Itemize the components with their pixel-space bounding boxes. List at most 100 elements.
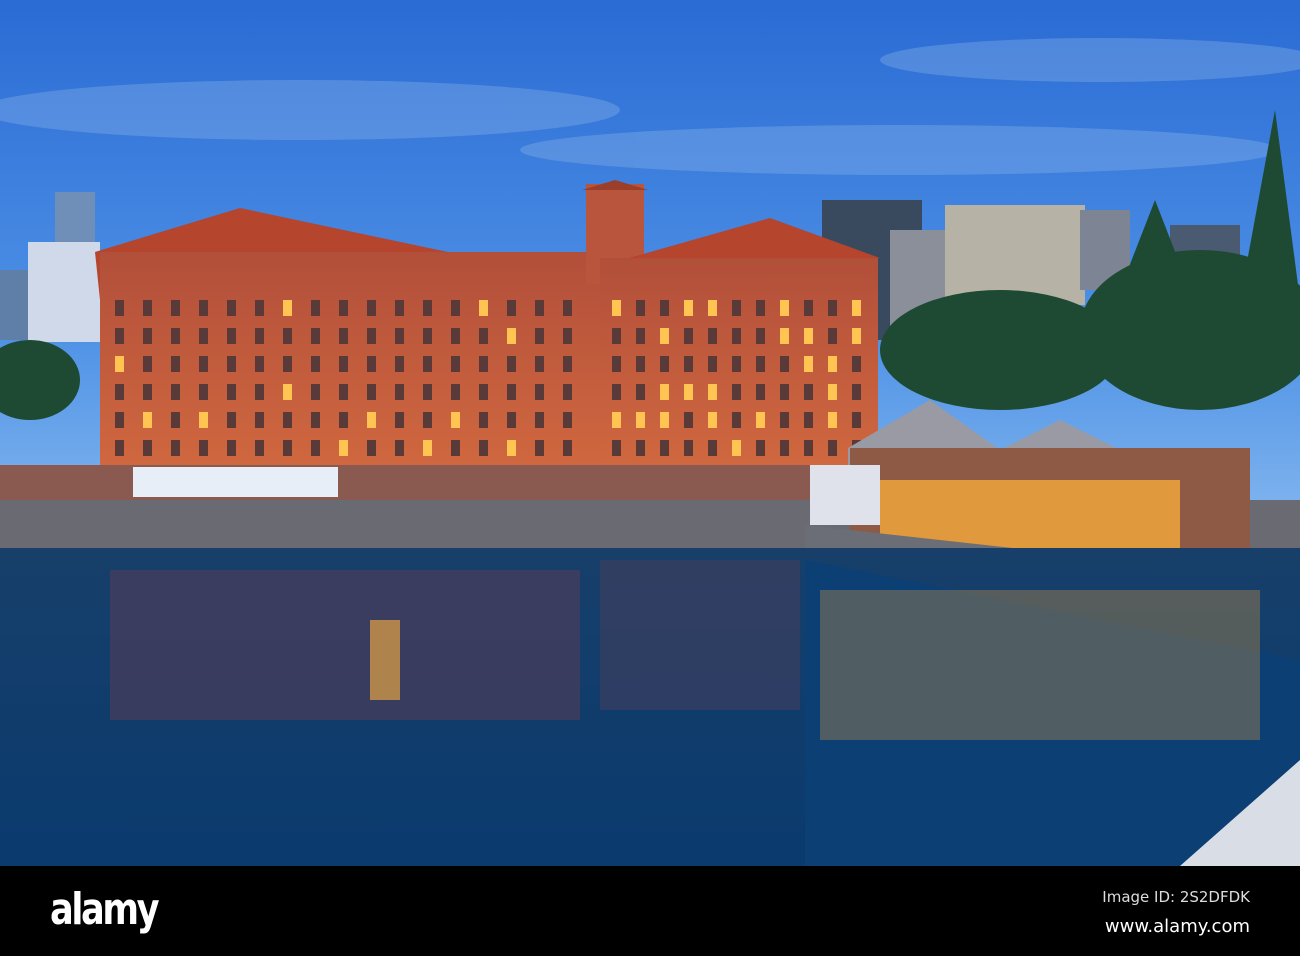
window: [804, 328, 813, 344]
window: [828, 412, 837, 428]
shelter: [133, 467, 338, 497]
window: [780, 356, 789, 372]
window: [804, 412, 813, 428]
window: [804, 440, 813, 456]
window: [395, 356, 404, 372]
window: [636, 440, 645, 456]
window: [612, 412, 621, 428]
window: [479, 300, 488, 316]
window: [479, 328, 488, 344]
window: [828, 356, 837, 372]
window: [339, 412, 348, 428]
window: [507, 300, 516, 316]
window: [479, 384, 488, 400]
window: [828, 384, 837, 400]
window: [227, 356, 236, 372]
window: [684, 384, 693, 400]
window: [507, 412, 516, 428]
window: [255, 440, 264, 456]
window: [367, 356, 376, 372]
window: [423, 300, 432, 316]
window: [732, 440, 741, 456]
image-id: Image ID: 2S2DFDK: [1102, 888, 1250, 906]
window: [507, 384, 516, 400]
window: [171, 384, 180, 400]
window: [311, 328, 320, 344]
window: [852, 412, 861, 428]
window: [804, 384, 813, 400]
window: [339, 384, 348, 400]
window: [708, 328, 717, 344]
window: [828, 300, 837, 316]
window: [636, 384, 645, 400]
window: [283, 300, 292, 316]
window: [423, 356, 432, 372]
window: [852, 356, 861, 372]
window: [507, 440, 516, 456]
harbour-scene: [0, 0, 1300, 866]
window: [756, 412, 765, 428]
window: [199, 440, 208, 456]
alamy-logo: alamy: [50, 884, 160, 935]
window: [199, 300, 208, 316]
window: [660, 440, 669, 456]
window: [636, 300, 645, 316]
window: [780, 412, 789, 428]
window: [199, 328, 208, 344]
window: [684, 300, 693, 316]
window: [255, 412, 264, 428]
window: [684, 440, 693, 456]
window: [780, 328, 789, 344]
window: [227, 412, 236, 428]
window: [852, 300, 861, 316]
window: [535, 328, 544, 344]
window: [451, 356, 460, 372]
window: [115, 412, 124, 428]
window: [115, 384, 124, 400]
window: [423, 440, 432, 456]
window: [507, 356, 516, 372]
window: [563, 412, 572, 428]
window: [804, 356, 813, 372]
window: [143, 384, 152, 400]
window: [828, 328, 837, 344]
window: [171, 440, 180, 456]
window: [199, 412, 208, 428]
window: [684, 412, 693, 428]
window: [115, 300, 124, 316]
window: [660, 412, 669, 428]
window: [563, 356, 572, 372]
window: [171, 412, 180, 428]
window: [255, 300, 264, 316]
window: [171, 356, 180, 372]
window: [451, 300, 460, 316]
window: [612, 384, 621, 400]
window: [171, 328, 180, 344]
window: [395, 300, 404, 316]
window: [143, 300, 152, 316]
window: [612, 356, 621, 372]
window: [395, 384, 404, 400]
window: [732, 412, 741, 428]
window: [636, 328, 645, 344]
window: [612, 440, 621, 456]
window: [563, 384, 572, 400]
window: [143, 356, 152, 372]
window: [339, 300, 348, 316]
window: [367, 412, 376, 428]
window: [283, 356, 292, 372]
window: [732, 300, 741, 316]
window: [255, 328, 264, 344]
site-url: www.alamy.com: [1104, 916, 1250, 937]
window: [311, 412, 320, 428]
window: [451, 412, 460, 428]
window: [451, 328, 460, 344]
window: [708, 412, 717, 428]
window: [143, 412, 152, 428]
window: [804, 300, 813, 316]
window: [708, 300, 717, 316]
window: [563, 440, 572, 456]
window: [311, 300, 320, 316]
window: [708, 440, 717, 456]
window: [732, 384, 741, 400]
